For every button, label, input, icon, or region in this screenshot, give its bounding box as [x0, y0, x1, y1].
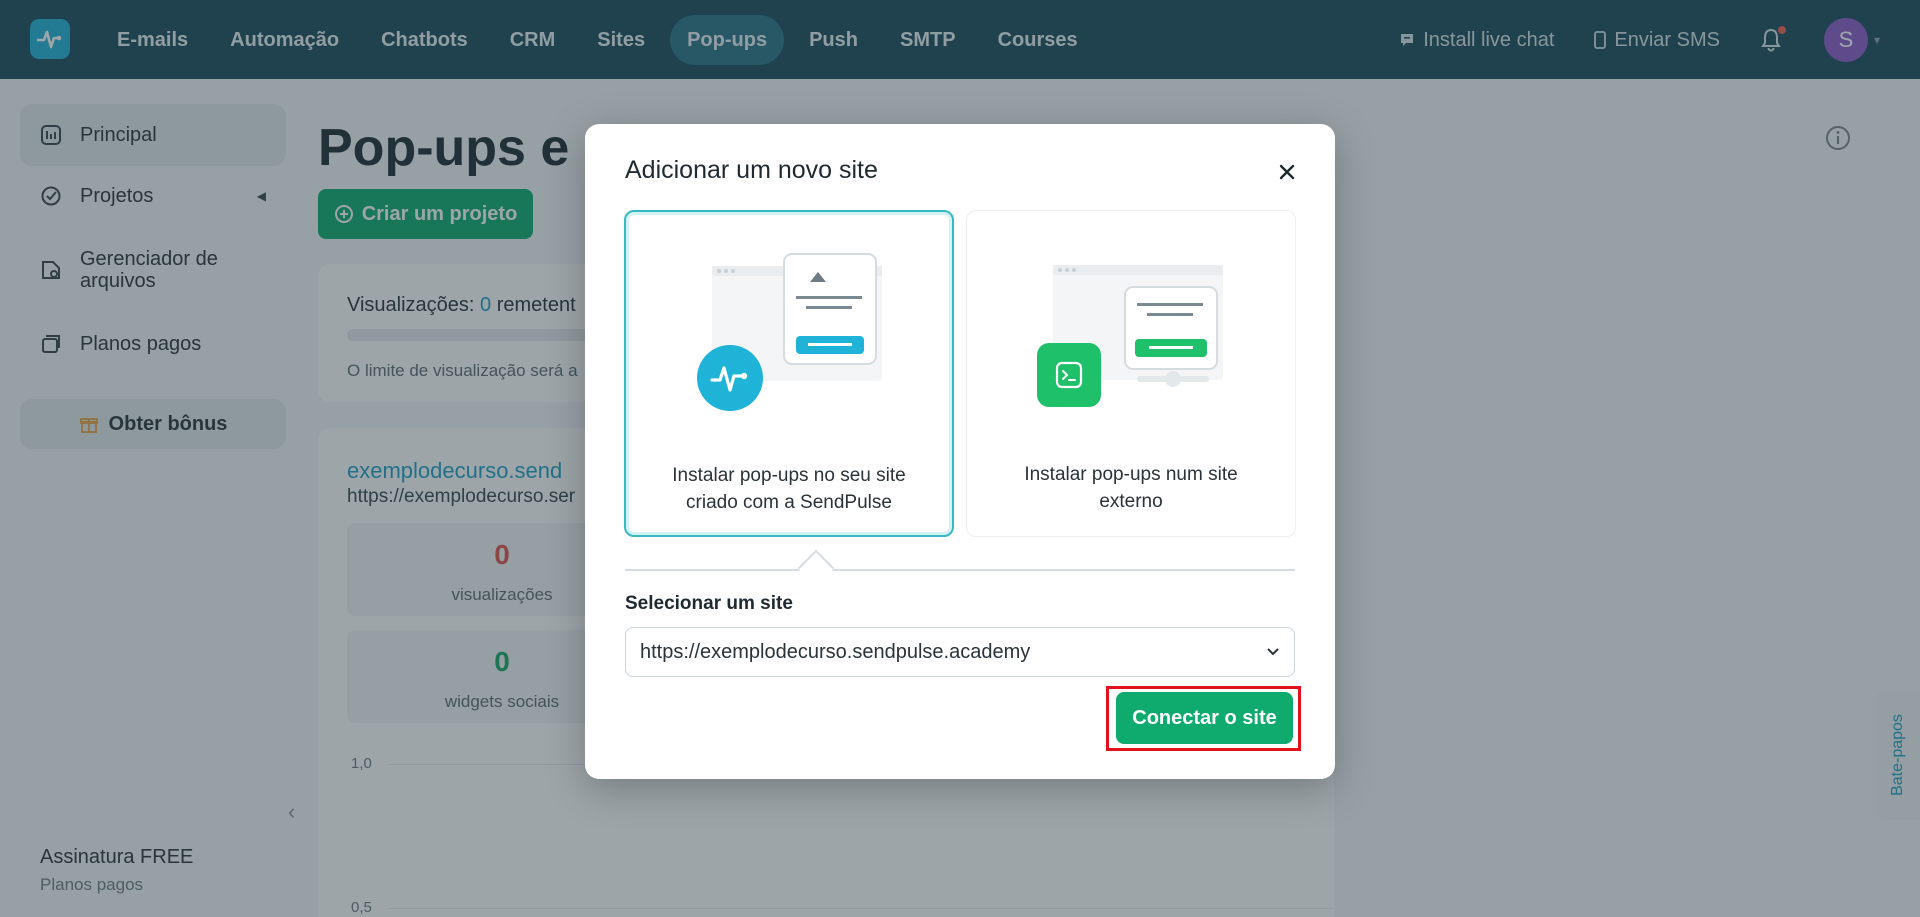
option-text: Instalar pop-ups num site externo	[967, 461, 1295, 515]
external-site-illustration-icon	[1037, 265, 1223, 407]
section-divider	[625, 569, 1295, 571]
option-line-1: Instalar pop-ups num site	[1024, 464, 1238, 485]
site-select[interactable]: https://exemplodecurso.sendpulse.academy	[625, 627, 1295, 677]
close-icon[interactable]	[1273, 158, 1301, 186]
option-line-1: Instalar pop-ups no seu site	[672, 465, 906, 486]
option-line-2: externo	[1099, 491, 1163, 512]
option-text: Instalar pop-ups no seu site criado com …	[626, 462, 952, 516]
select-site-label: Selecionar um site	[625, 593, 793, 614]
option-external-site[interactable]: Instalar pop-ups num site externo	[966, 210, 1296, 537]
site-select-value: https://exemplodecurso.sendpulse.academy	[640, 640, 1031, 663]
connect-site-button[interactable]: Conectar o site	[1116, 692, 1293, 744]
selection-pointer	[797, 549, 835, 587]
modal-title: Adicionar um novo site	[625, 156, 878, 184]
chevron-down-icon	[1267, 648, 1279, 656]
add-site-modal: Adicionar um novo site Instalar pop-ups …	[585, 124, 1335, 779]
option-line-2: criado com a SendPulse	[686, 492, 892, 513]
option-sendpulse-site[interactable]: Instalar pop-ups no seu site criado com …	[624, 210, 954, 537]
sendpulse-site-illustration-icon	[697, 253, 882, 411]
